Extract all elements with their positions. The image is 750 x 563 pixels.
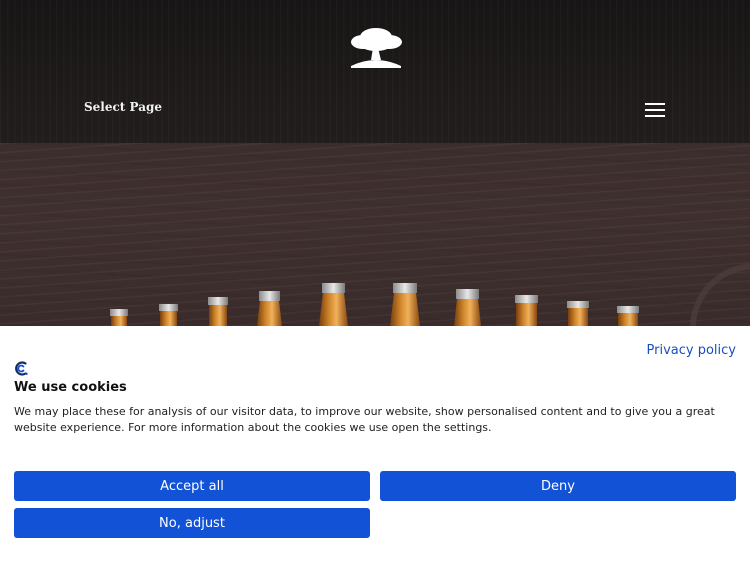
select-page-nav[interactable]: Select Page [84,100,162,114]
tree-logo-icon[interactable] [347,24,405,70]
bottle [159,304,178,326]
bottle [319,283,348,326]
bottle [454,289,481,326]
site-header: Select Page [0,0,750,143]
header-texture [0,0,750,143]
cookie-description: We may place these for analysis of our v… [14,405,715,434]
hamburger-menu-icon[interactable] [645,102,665,118]
bottle [110,309,128,326]
bottle [390,283,420,326]
beer-bottles-image [110,283,639,326]
bottle [617,306,639,326]
privacy-policy-link[interactable]: Privacy policy [647,343,736,358]
bottle [567,301,589,326]
bottle [515,295,538,326]
accept-all-button[interactable]: Accept all [14,471,370,501]
hero-banner [0,143,750,326]
cookie-title: We use cookies [14,380,127,395]
deny-button[interactable]: Deny [380,471,736,501]
adjust-settings-button[interactable]: No, adjust [14,508,370,538]
bottle [208,297,228,326]
bottle [257,291,282,326]
cookie-consent-brand-icon [15,361,28,376]
cookie-consent-panel: Privacy policy We use cookies We may pla… [0,326,750,563]
